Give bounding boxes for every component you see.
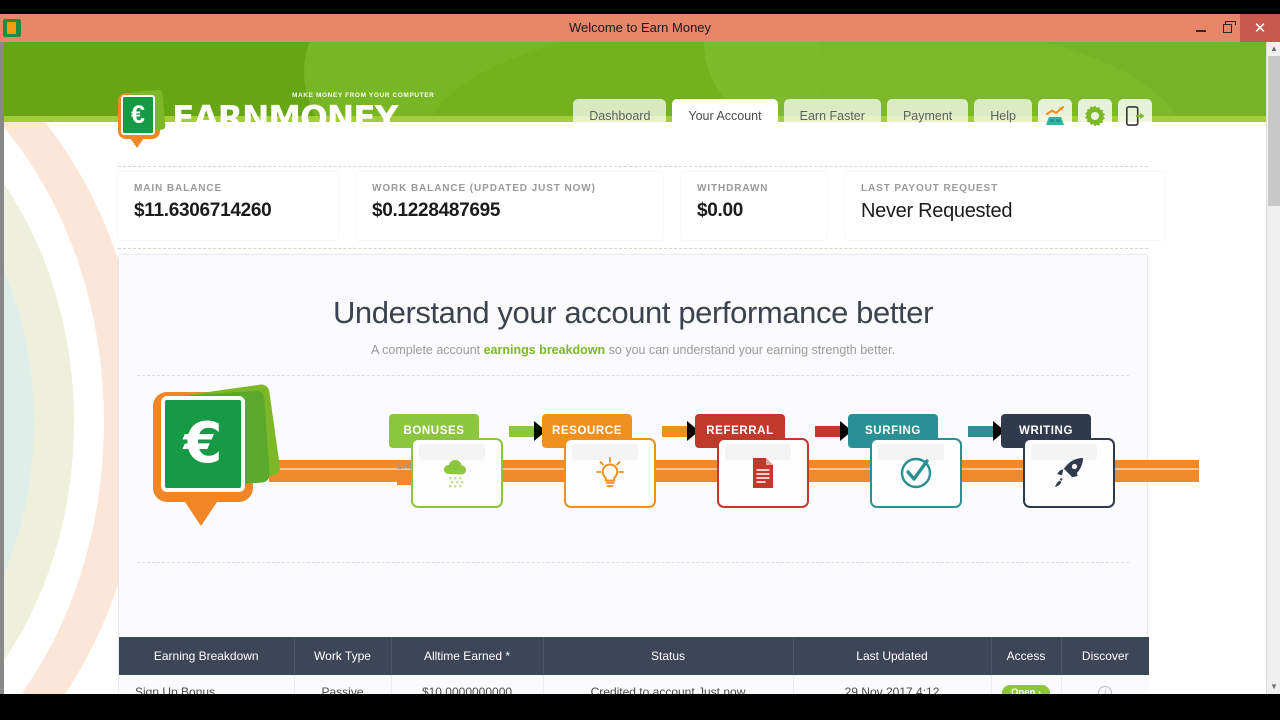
vertical-scrollbar[interactable]: ▲ ▼ [1266,42,1280,694]
stage-bonuses[interactable]: BONUSES [389,414,503,508]
cell-earned: $10.0000000000 [391,675,544,694]
card-label: WORK BALANCE (UPDATED JUST NOW) [372,183,596,194]
logo-name: EARNMONEY [172,98,398,137]
card-work-balance: WORK BALANCE (UPDATED JUST NOW) $0.12284… [356,172,663,240]
browser-viewport: MAIN BALANCE $11.6306714260 WORK BALANCE… [0,42,1280,694]
col-earning-breakdown: Earning Breakdown [119,637,295,675]
euro-symbol: € [183,411,223,476]
scrollbar-thumb[interactable] [1268,56,1280,206]
nav-item-payment[interactable]: Payment [886,99,969,133]
cell-work-type: Passive [294,675,392,694]
stage-box [411,438,503,508]
panel-divider-bottom [137,562,1129,563]
logo-mark-icon: € [110,89,168,148]
scroll-up-arrow[interactable]: ▲ [1267,42,1280,56]
card-withdrawn: WITHDRAWN $0.00 [681,172,827,240]
lightbulb-icon [596,457,624,487]
col-last-updated: Last Updated [793,637,992,675]
card-label: WITHDRAWN [697,183,769,194]
card-value: $0.1228487695 [372,200,501,221]
col-status: Status [543,637,794,675]
page-title: Understand your account performance bett… [332,295,934,330]
table-row: Sign Up Bonus Passive $10.0000000000 Cre… [119,675,1149,694]
flow-arrow-1 [509,421,546,441]
screen: Welcome to Earn Money ✕ MAIN BALANCE $11… [0,0,1280,720]
stage-referral[interactable]: REFERRAL [695,414,809,508]
logout-icon [1126,106,1145,126]
logo-text: MAKE MONEY FROM YOUR COMPUTER EARNMONEY [172,92,434,137]
card-last-payout: LAST PAYOUT REQUEST Never Requested [845,172,1165,240]
flow-arrow-3 [815,421,852,441]
window-controls: ✕ [1188,14,1280,42]
col-access: Access [991,637,1062,675]
document-icon [753,458,773,488]
cloud-rain-icon [444,460,466,488]
panel-divider-top [137,375,1129,376]
nav-item-earn-faster[interactable]: Earn Faster [783,99,881,133]
stage-resource[interactable]: RESOURCE [542,414,656,508]
stage-box [870,438,962,508]
card-value: $11.6306714260 [134,200,272,221]
flow-arrow-2 [662,421,699,441]
flow-arrow-4 [968,421,1005,441]
col-discover: Discover [1061,637,1149,675]
earning-breakdown-table: Earning Breakdown Work Type Alltime Earn… [119,637,1149,694]
stage-surfing[interactable]: SURFING [848,414,962,508]
cell-discover: i [1061,675,1149,694]
subtitle-highlight: earnings breakdown [483,343,606,357]
logo-euro-symbol: € [131,101,145,129]
stage-box [564,438,656,508]
cell-status: Credited to account Just now [543,675,794,694]
table-header-row: Earning Breakdown Work Type Alltime Earn… [119,637,1149,675]
page-background: MAIN BALANCE $11.6306714260 WORK BALANCE… [4,122,1266,694]
subtitle-before: A complete account [371,343,484,357]
stage-box [717,438,809,508]
app-icon [3,19,21,37]
stage-writing[interactable]: WRITING [1001,414,1115,508]
scroll-down-arrow[interactable]: ▼ [1267,680,1280,694]
minimize-button[interactable] [1188,14,1214,42]
col-alltime-earned: Alltime Earned * [391,637,544,675]
restore-button[interactable] [1214,14,1240,42]
nav-item-dashboard[interactable]: Dashboard [573,99,667,133]
window-title-bar: Welcome to Earn Money ✕ [0,14,1280,42]
page-subtitle: A complete account earnings breakdown so… [119,343,1147,357]
card-main-balance: MAIN BALANCE $11.6306714260 [118,172,338,240]
settings-button[interactable] [1078,99,1112,133]
check-circle-icon [900,457,932,489]
separator-top [118,166,1148,167]
logout-button[interactable] [1118,99,1152,133]
window-title: Welcome to Earn Money [568,20,712,35]
rocket-icon [1055,458,1083,487]
nav-item-your-account[interactable]: Your Account [672,99,778,133]
card-label: MAIN BALANCE [134,183,223,194]
stage-box [1023,438,1115,508]
info-icon[interactable]: i [1098,686,1113,694]
card-label: LAST PAYOUT REQUEST [861,183,999,194]
col-work-type: Work Type [294,637,392,675]
earning-flow-infographic: € EARNING POTENTIAL BONUSES [119,382,1199,550]
cell-updated: 29 Nov 2017 4:12 [793,675,992,694]
money-icon: € [139,383,289,534]
site-logo[interactable]: € MAKE MONEY FROM YOUR COMPUTER EARNMONE… [110,89,434,148]
card-value: Never Requested [861,200,1013,222]
nav-item-help[interactable]: Help [974,99,1032,133]
stats-icon [1046,106,1064,125]
subtitle-after: so you can understand your earning stren… [605,343,895,357]
open-button[interactable]: Open › [1002,684,1050,694]
main-nav: Dashboard Your Account Earn Faster Payme… [573,99,1152,133]
logo-tagline: MAKE MONEY FROM YOUR COMPUTER [292,92,435,99]
cell-breakdown: Sign Up Bonus [119,675,295,694]
top-letterbox [0,0,1280,14]
card-value: $0.00 [697,200,744,221]
stats-button[interactable] [1038,99,1072,133]
separator-bottom [118,248,1148,249]
cell-access: Open › [991,675,1062,694]
performance-panel: Understand your account performance bett… [118,254,1199,694]
close-button[interactable]: ✕ [1240,14,1280,42]
gear-icon [1085,105,1105,127]
balance-card-row: MAIN BALANCE $11.6306714260 WORK BALANCE… [118,172,1165,240]
bottom-letterbox [0,694,1280,720]
